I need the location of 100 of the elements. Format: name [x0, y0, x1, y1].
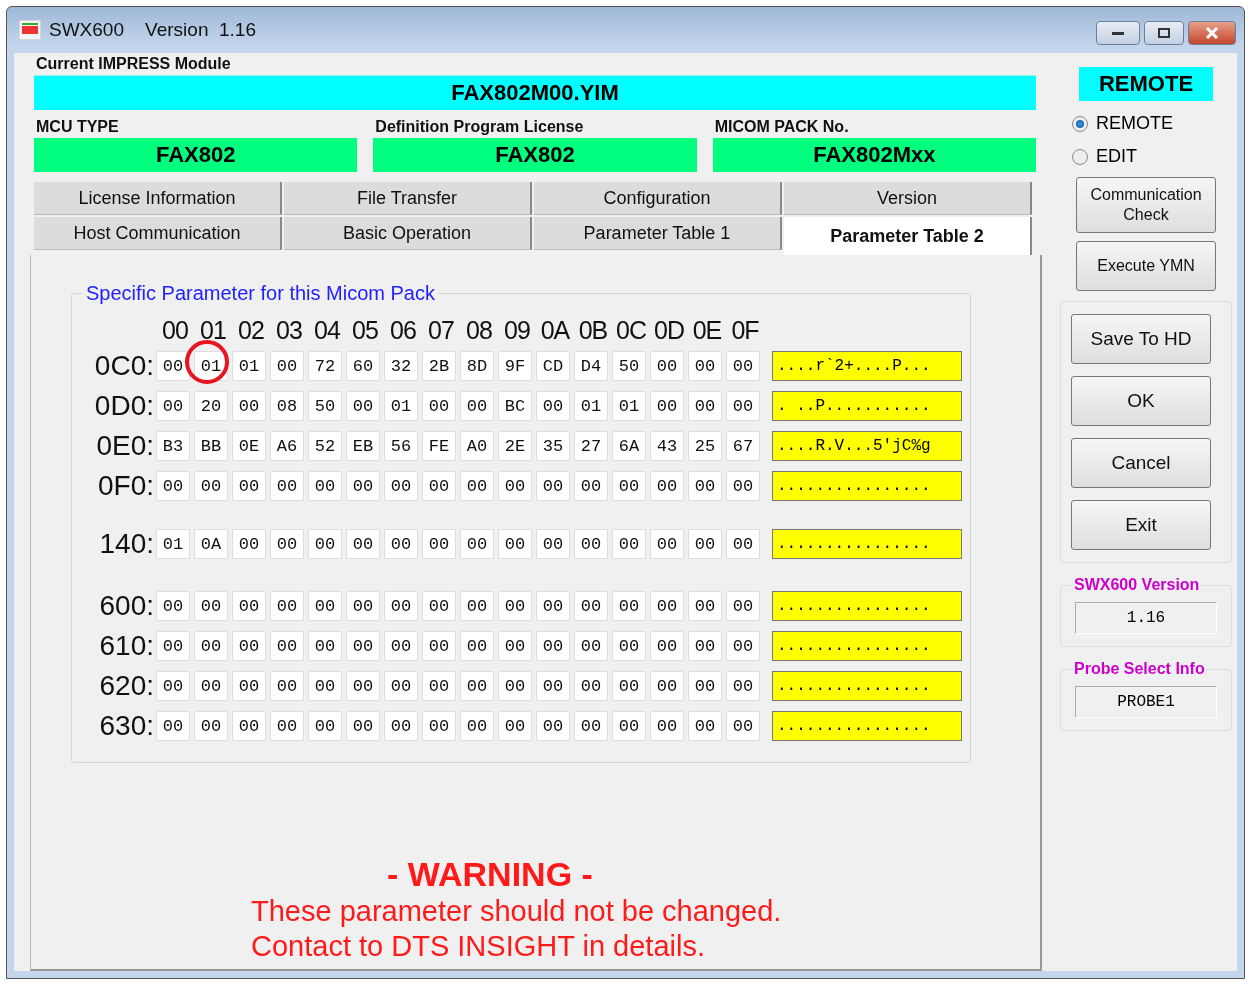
byte-cell[interactable]: 00: [422, 591, 456, 621]
byte-cell[interactable]: 00: [156, 391, 190, 421]
byte-cell[interactable]: A6: [270, 431, 304, 461]
byte-cell[interactable]: 00: [498, 471, 532, 501]
action-button[interactable]: Cancel: [1071, 438, 1211, 488]
byte-cell[interactable]: 00: [270, 591, 304, 621]
byte-cell[interactable]: 00: [460, 671, 494, 701]
byte-cell[interactable]: 00: [688, 631, 722, 661]
byte-cell[interactable]: 00: [308, 711, 342, 741]
byte-cell[interactable]: 00: [574, 529, 608, 559]
byte-cell[interactable]: 00: [574, 471, 608, 501]
byte-cell[interactable]: 00: [346, 711, 380, 741]
byte-cell[interactable]: 00: [232, 671, 266, 701]
byte-cell[interactable]: 00: [726, 351, 760, 381]
byte-cell[interactable]: 00: [536, 391, 570, 421]
byte-cell[interactable]: 00: [612, 471, 646, 501]
maximize-button[interactable]: [1144, 21, 1184, 45]
byte-cell[interactable]: 25: [688, 431, 722, 461]
byte-cell[interactable]: FE: [422, 431, 456, 461]
byte-cell[interactable]: 00: [194, 671, 228, 701]
byte-cell[interactable]: CD: [536, 351, 570, 381]
minimize-button[interactable]: [1096, 21, 1140, 45]
action-button[interactable]: Exit: [1071, 500, 1211, 550]
tab[interactable]: Basic Operation: [284, 217, 532, 250]
byte-cell[interactable]: 00: [612, 711, 646, 741]
byte-cell[interactable]: 6A: [612, 431, 646, 461]
byte-cell[interactable]: 00: [384, 529, 418, 559]
byte-cell[interactable]: 01: [156, 529, 190, 559]
byte-cell[interactable]: 01: [232, 351, 266, 381]
byte-cell[interactable]: 60: [346, 351, 380, 381]
byte-cell[interactable]: 00: [232, 529, 266, 559]
byte-cell[interactable]: 00: [156, 631, 190, 661]
byte-cell[interactable]: 00: [726, 711, 760, 741]
byte-cell[interactable]: 00: [536, 671, 570, 701]
byte-cell[interactable]: 00: [308, 631, 342, 661]
byte-cell[interactable]: 00: [270, 529, 304, 559]
byte-cell[interactable]: 00: [156, 351, 190, 381]
byte-cell[interactable]: 43: [650, 431, 684, 461]
tab[interactable]: Configuration: [534, 182, 782, 215]
byte-cell[interactable]: 00: [156, 591, 190, 621]
byte-cell[interactable]: 0E: [232, 431, 266, 461]
byte-cell[interactable]: 72: [308, 351, 342, 381]
byte-cell[interactable]: 00: [574, 671, 608, 701]
byte-cell[interactable]: 0A: [194, 529, 228, 559]
byte-cell[interactable]: 00: [346, 671, 380, 701]
byte-cell[interactable]: 00: [650, 391, 684, 421]
tool-button[interactable]: Communication Check: [1076, 177, 1216, 233]
byte-cell[interactable]: 00: [270, 471, 304, 501]
byte-cell[interactable]: EB: [346, 431, 380, 461]
byte-cell[interactable]: 00: [650, 631, 684, 661]
byte-cell[interactable]: 50: [612, 351, 646, 381]
byte-cell[interactable]: A0: [460, 431, 494, 461]
byte-cell[interactable]: 00: [688, 711, 722, 741]
byte-cell[interactable]: 35: [536, 431, 570, 461]
byte-cell[interactable]: 00: [650, 591, 684, 621]
byte-cell[interactable]: 00: [650, 351, 684, 381]
byte-cell[interactable]: 08: [270, 391, 304, 421]
byte-cell[interactable]: 00: [574, 591, 608, 621]
byte-cell[interactable]: B3: [156, 431, 190, 461]
radio-option[interactable]: EDIT: [1072, 146, 1137, 167]
byte-cell[interactable]: 00: [308, 591, 342, 621]
byte-cell[interactable]: 00: [346, 591, 380, 621]
byte-cell[interactable]: 00: [308, 471, 342, 501]
radio-icon[interactable]: [1072, 148, 1088, 165]
byte-cell[interactable]: 00: [536, 529, 570, 559]
byte-cell[interactable]: 00: [346, 391, 380, 421]
byte-cell[interactable]: 00: [232, 591, 266, 621]
byte-cell[interactable]: 00: [270, 351, 304, 381]
byte-cell[interactable]: 00: [460, 711, 494, 741]
radio-icon[interactable]: [1072, 115, 1088, 132]
byte-cell[interactable]: 00: [156, 671, 190, 701]
byte-cell[interactable]: 50: [308, 391, 342, 421]
byte-cell[interactable]: 00: [194, 471, 228, 501]
byte-cell[interactable]: 00: [688, 529, 722, 559]
byte-cell[interactable]: 00: [270, 711, 304, 741]
byte-cell[interactable]: 00: [650, 471, 684, 501]
byte-cell[interactable]: 00: [536, 591, 570, 621]
byte-cell[interactable]: 00: [612, 671, 646, 701]
byte-cell[interactable]: 2E: [498, 431, 532, 461]
byte-cell[interactable]: 00: [574, 631, 608, 661]
byte-cell[interactable]: 00: [688, 471, 722, 501]
byte-cell[interactable]: 00: [460, 471, 494, 501]
byte-cell[interactable]: 8D: [460, 351, 494, 381]
byte-cell[interactable]: 00: [422, 471, 456, 501]
byte-cell[interactable]: 00: [270, 671, 304, 701]
action-button[interactable]: OK: [1071, 376, 1211, 426]
byte-cell[interactable]: 00: [346, 631, 380, 661]
byte-cell[interactable]: 00: [422, 671, 456, 701]
byte-cell[interactable]: 00: [612, 591, 646, 621]
byte-cell[interactable]: 01: [574, 391, 608, 421]
byte-cell[interactable]: 00: [650, 711, 684, 741]
byte-cell[interactable]: 32: [384, 351, 418, 381]
byte-cell[interactable]: 00: [726, 471, 760, 501]
byte-cell[interactable]: 00: [422, 391, 456, 421]
tab[interactable]: Parameter Table 2: [784, 217, 1032, 255]
byte-cell[interactable]: 00: [422, 529, 456, 559]
byte-cell[interactable]: 00: [650, 671, 684, 701]
tab[interactable]: Version: [784, 182, 1032, 215]
byte-cell[interactable]: 00: [460, 529, 494, 559]
byte-cell[interactable]: 00: [726, 671, 760, 701]
